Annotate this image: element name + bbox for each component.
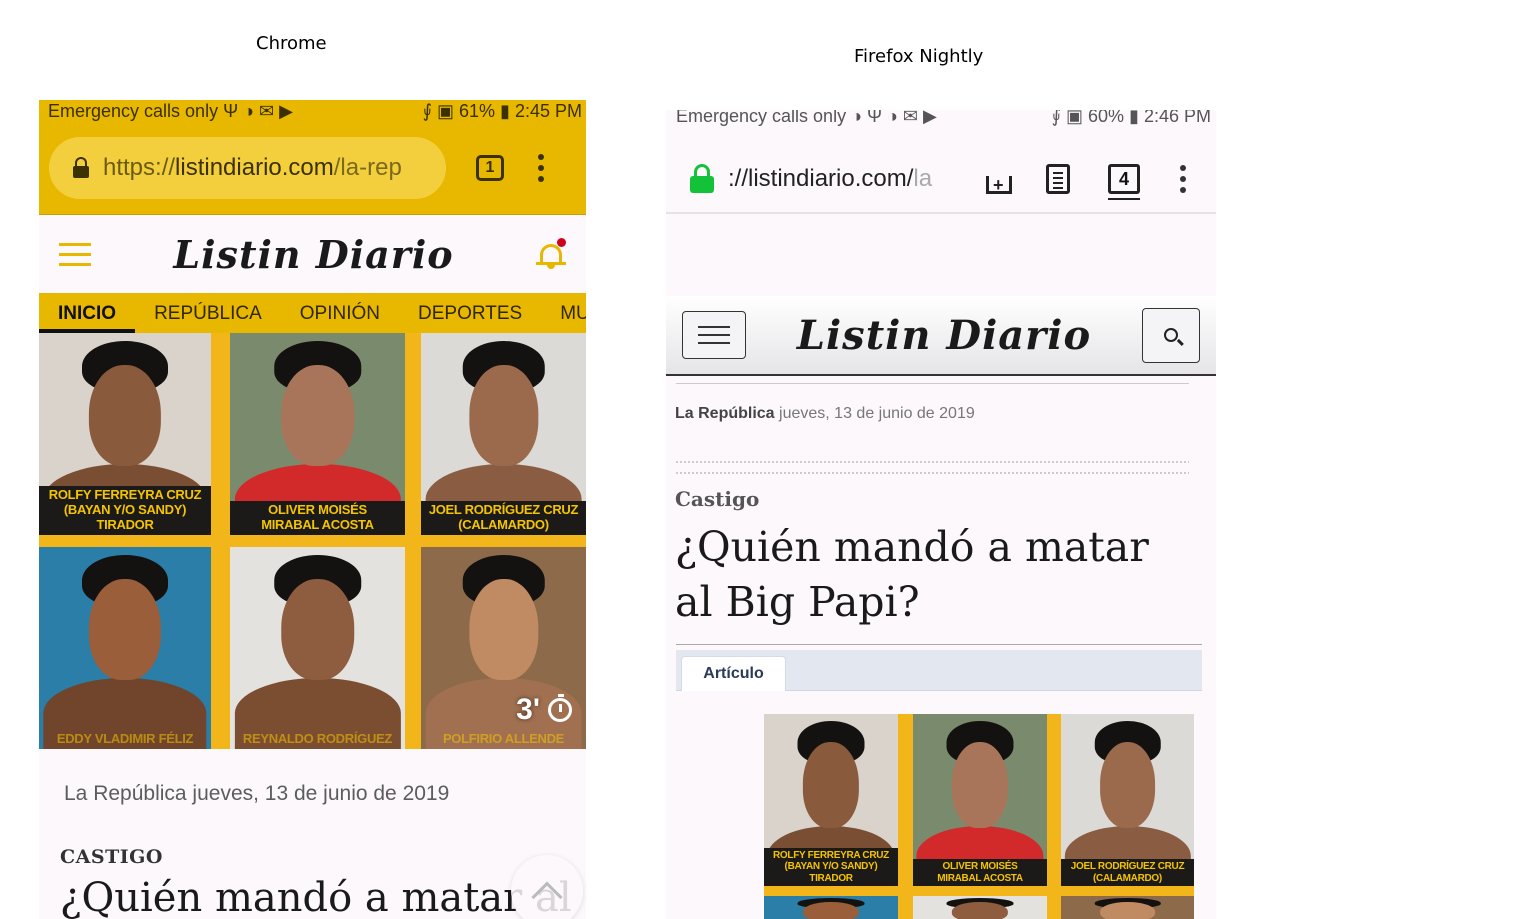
status-bar: Emergency calls only ◑ Ψ ◑ ✉ ▶ ⨚ ▣ 60% ▮…	[666, 110, 1216, 126]
divider	[676, 644, 1202, 645]
stopwatch-icon	[548, 694, 572, 722]
meta-date: jueves, 13 de junio de 2019	[779, 405, 975, 422]
read-time: 3'	[516, 693, 572, 727]
nav-tab-republica[interactable]: REPÚBLICA	[135, 303, 281, 333]
reader-view-icon[interactable]	[1046, 164, 1070, 194]
search-icon	[1164, 328, 1178, 342]
status-left: Emergency calls only Ψ ◑ ✉ ▶	[48, 100, 293, 121]
tab-articulo[interactable]: Artículo	[681, 656, 786, 691]
mugshot-name-label: OLIVER MOISÉS MIRABAL ACOSTA	[230, 501, 405, 535]
more-menu-icon[interactable]	[538, 154, 544, 182]
mugshot-photo	[764, 896, 898, 919]
article-headline: ¿Quién mandó a matar al Big Papi?	[675, 523, 1149, 626]
lead-photo[interactable]: ROLFY FERREYRA CRUZ (BAYAN Y/O SANDY) TI…	[764, 714, 1194, 919]
firefox-toolbar: ://listindiario.com/la + 4	[666, 146, 1216, 214]
url-scheme: https://	[103, 154, 176, 181]
mugshot-name-label: JOEL RODRÍGUEZ CRUZ (CALAMARDO)	[421, 501, 586, 535]
caption-chrome: Chrome	[256, 33, 327, 54]
hamburger-menu-icon[interactable]	[59, 242, 91, 266]
nav-tab-deportes[interactable]: DEPORTES	[399, 303, 541, 333]
chevron-up-icon	[531, 881, 563, 913]
notification-dot	[557, 238, 566, 247]
site-logo[interactable]: Listin Diario	[797, 312, 1091, 359]
lock-icon	[690, 164, 714, 194]
url-fade: la	[913, 165, 933, 192]
mugshot-name-label: REYNALDO RODRÍGUEZ	[242, 731, 393, 747]
divider	[676, 383, 1189, 384]
site-header: Listin Diario	[39, 215, 586, 293]
url-path: /la-rep	[333, 154, 402, 181]
content-tabs: Artículo	[676, 650, 1202, 691]
article-kicker: CASTIGO	[60, 846, 163, 868]
url-host: listindiario.com	[175, 154, 334, 181]
mugshot-photo: REYNALDO RODRÍGUEZ	[230, 547, 405, 749]
notification-bell-icon[interactable]	[536, 238, 566, 270]
article-meta: La República jueves, 13 de junio de 2019	[675, 405, 975, 423]
mugshot-photo: OLIVER MOISÉS MIRABAL ACOSTA	[230, 333, 405, 535]
nav-tab-mundo[interactable]: MUN	[541, 303, 586, 333]
section-nav: INICIO REPÚBLICA OPINIÓN DEPORTES MUN	[39, 293, 586, 333]
mugshot-photo	[1061, 896, 1194, 919]
caption-firefox: Firefox Nightly	[854, 46, 984, 67]
mugshot-name-label: ROLFY FERREYRA CRUZ (BAYAN Y/O SANDY) TI…	[39, 486, 211, 535]
mugshot-photo: OLIVER MOISÉS MIRABAL ACOSTA	[913, 714, 1047, 886]
firefox-phone-screen: Emergency calls only ◑ Ψ ◑ ✉ ▶ ⨚ ▣ 60% ▮…	[666, 110, 1216, 919]
mugshot-photo: ROLFY FERREYRA CRUZ (BAYAN Y/O SANDY) TI…	[764, 714, 898, 886]
add-to-homescreen-icon[interactable]: +	[982, 162, 1016, 196]
dotted-divider	[676, 472, 1202, 474]
mugshot-name-label: ROLFY FERREYRA CRUZ (BAYAN Y/O SANDY) TI…	[764, 847, 898, 886]
address-bar[interactable]: https://listindiario.com/la-rep	[49, 137, 446, 199]
article-kicker: Castigo	[675, 487, 760, 511]
lock-icon	[73, 157, 89, 179]
hamburger-menu-icon[interactable]	[682, 311, 746, 359]
mugshot-name-label: EDDY VLADIMIR FÉLIZ	[56, 731, 194, 747]
dotted-divider	[676, 461, 1202, 463]
mugshot-photo: EDDY VLADIMIR FÉLIZ	[39, 547, 211, 749]
tab-switcher-button[interactable]: 4	[1108, 164, 1140, 200]
tab-switcher-button[interactable]: 1	[476, 155, 504, 181]
site-logo[interactable]: Listin Diario	[173, 232, 453, 277]
site-header: Listin Diario	[666, 296, 1216, 376]
read-time-value: 3'	[516, 693, 540, 726]
chrome-toolbar: https://listindiario.com/la-rep 1	[39, 122, 586, 215]
mugshot-photo: JOEL RODRÍGUEZ CRUZ (CALAMARDO)	[1061, 714, 1194, 886]
nav-tab-opinion[interactable]: OPINIÓN	[281, 303, 399, 333]
url-text: ://listindiario.com/	[728, 165, 914, 192]
nav-tab-inicio[interactable]: INICIO	[39, 303, 136, 333]
mugshot-photo: ROLFY FERREYRA CRUZ (BAYAN Y/O SANDY) TI…	[39, 333, 211, 535]
mugshot-name-label: OLIVER MOISÉS MIRABAL ACOSTA	[913, 859, 1047, 886]
article-headline: ¿Quién mandó a matar al	[60, 875, 572, 919]
status-right: ⨚ ▣ 61% ▮ 2:45 PM	[422, 100, 582, 121]
search-button[interactable]	[1142, 307, 1200, 363]
status-bar: Emergency calls only Ψ ◑ ✉ ▶ ⨚ ▣ 61% ▮ 2…	[39, 100, 586, 122]
mugshot-name-label: JOEL RODRÍGUEZ CRUZ (CALAMARDO)	[1061, 859, 1194, 886]
status-left: Emergency calls only ◑ Ψ ◑ ✉ ▶	[676, 110, 937, 126]
mugshot-photo	[913, 896, 1047, 919]
address-bar[interactable]: ://listindiario.com/la	[728, 165, 960, 193]
mugshot-name-label: POLFIRIO ALLENDE	[442, 731, 565, 747]
chrome-phone-screen: Emergency calls only Ψ ◑ ✉ ▶ ⨚ ▣ 61% ▮ 2…	[39, 100, 586, 919]
scroll-to-top-button[interactable]	[511, 855, 583, 919]
lead-photo[interactable]: ROLFY FERREYRA CRUZ (BAYAN Y/O SANDY) TI…	[39, 333, 586, 749]
status-right: ⨚ ▣ 60% ▮ 2:46 PM	[1051, 110, 1211, 126]
mugshot-photo: JOEL RODRÍGUEZ CRUZ (CALAMARDO)	[421, 333, 586, 535]
meta-section: La República	[675, 405, 775, 422]
more-menu-icon[interactable]	[1180, 165, 1186, 193]
article-meta: La República jueves, 13 de junio de 2019	[64, 782, 450, 805]
